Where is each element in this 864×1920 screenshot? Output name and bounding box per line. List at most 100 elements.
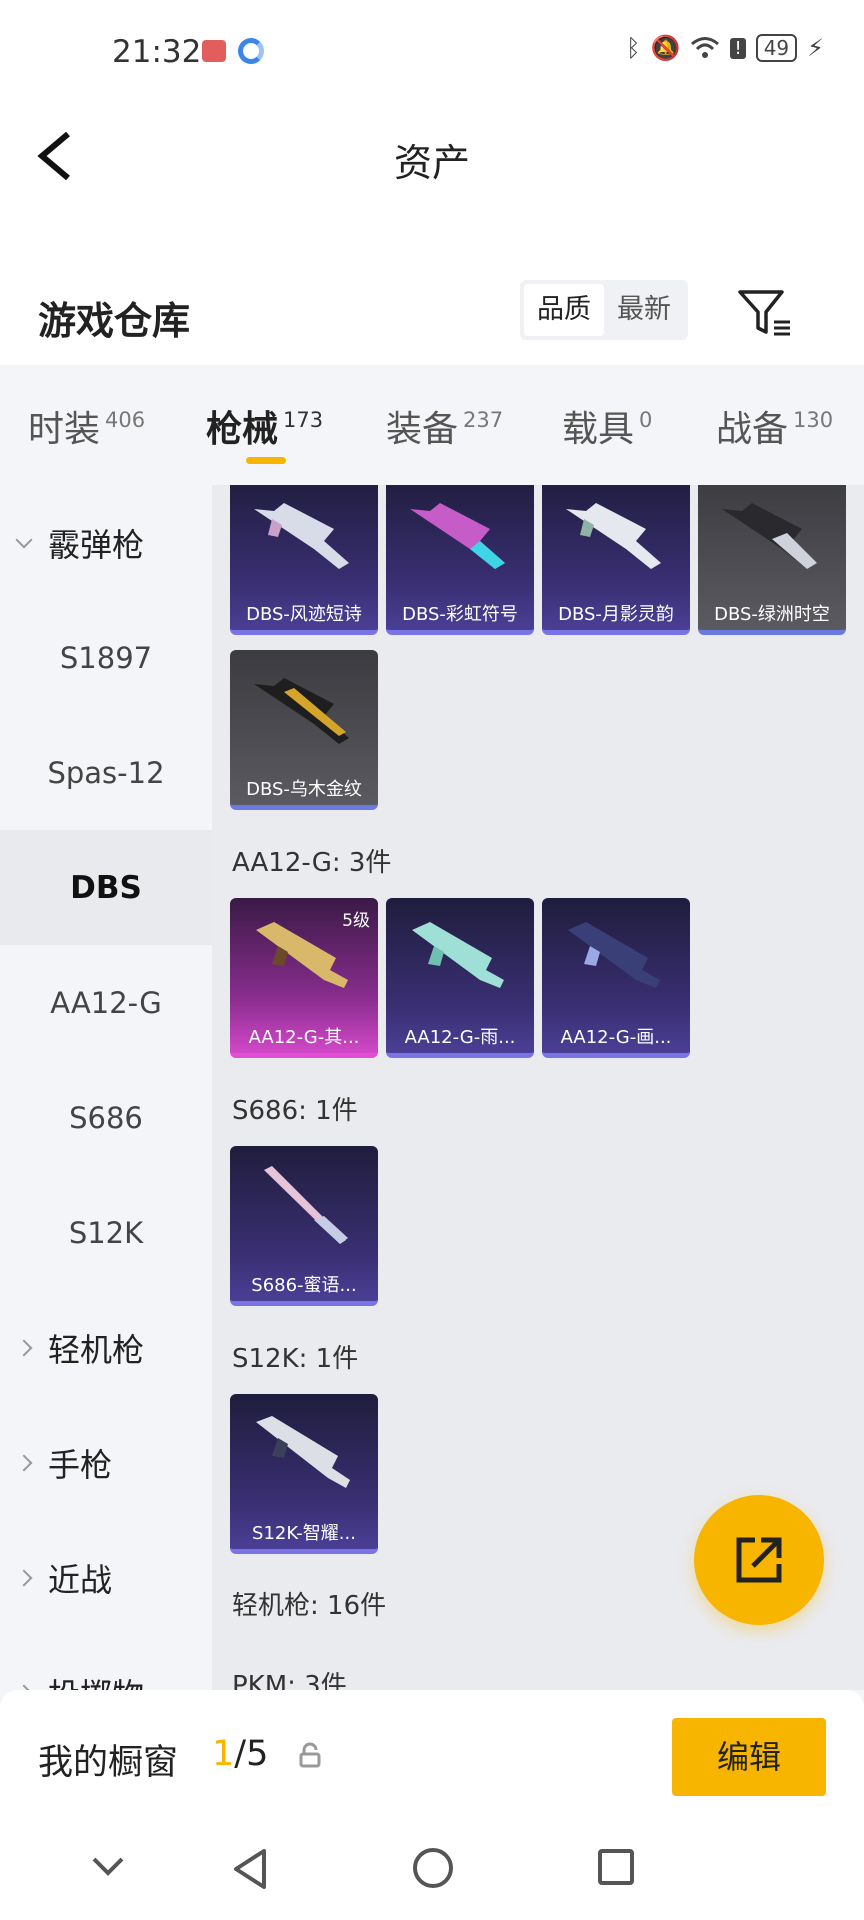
weapon-name: DBS-月影灵韵 (558, 604, 674, 625)
chevron-down-icon (15, 531, 33, 548)
weapon-name: AA12-G-画... (560, 1027, 672, 1048)
section-header-lmg: 轻机枪: 16件 (232, 1591, 387, 1621)
weapon-name: DBS-乌木金纹 (246, 779, 362, 800)
tab-supplies[interactable]: 战备 130 (716, 400, 833, 452)
lock-icon (299, 1742, 321, 1768)
rifle-icon (568, 922, 660, 988)
sidebar-item-label: 霰弹枪 (48, 525, 145, 564)
sidebar-item-dbs[interactable]: DBS (0, 830, 212, 945)
sidebar-item-lmg[interactable]: 轻机枪 (0, 1290, 212, 1405)
sidebar-item-label: AA12-G (50, 985, 162, 1020)
sidebar-item-label: S686 (69, 1100, 143, 1135)
tab-label: 时装 (28, 409, 101, 450)
chevron-down-icon[interactable] (88, 1845, 128, 1885)
weapon-card[interactable]: AA12-G-雨... (386, 898, 534, 1058)
battery-indicator: 49 (755, 34, 798, 62)
weapon-card[interactable]: DBS-彩虹符号 (386, 485, 534, 635)
sort-toggle: 品质 最新 (520, 280, 688, 340)
section-header-s12k: S12K: 1件 (232, 1344, 359, 1374)
weapon-card[interactable]: DBS-乌木金纹 (230, 650, 378, 810)
sidebar-item-label: 近战 (48, 1560, 113, 1599)
chevron-right-icon (15, 1569, 33, 1586)
weapon-card[interactable]: DBS-风迹短诗 (230, 485, 378, 635)
sidebar-item-s686[interactable]: S686 (0, 1060, 212, 1175)
sort-newest-option[interactable]: 最新 (604, 284, 684, 336)
sidebar-item-shotgun[interactable]: 霰弹枪 (0, 485, 212, 600)
tab-firearms[interactable]: 枪械 173 (206, 400, 323, 452)
filter-icon[interactable] (736, 288, 792, 338)
tab-equipment[interactable]: 装备 237 (386, 400, 503, 452)
tab-label: 装备 (386, 409, 459, 450)
showcase-count: 1/5 (212, 1734, 268, 1774)
top-header: 资产 (0, 100, 864, 210)
shotgun-icon (410, 503, 505, 569)
sidebar-item-label: 投掷物 (48, 1670, 144, 1691)
notification-browser-icon (238, 38, 264, 64)
home-circle-icon[interactable] (410, 1845, 456, 1891)
share-icon (736, 1537, 782, 1583)
tab-fashion[interactable]: 时装 406 (28, 400, 145, 452)
showcase-count-current: 1 (212, 1734, 235, 1774)
sort-quality-option[interactable]: 品质 (524, 284, 604, 336)
shotgun-icon (254, 678, 349, 744)
weapon-card[interactable]: DBS-绿洲时空 (698, 485, 846, 635)
sidebar-item-label: Spas-12 (47, 755, 165, 790)
sidebar-item-spas12[interactable]: Spas-12 (0, 715, 212, 830)
status-time: 21:32 (112, 34, 202, 70)
weapon-card[interactable]: AA12-G-画... (542, 898, 690, 1058)
back-triangle-icon[interactable] (228, 1845, 272, 1893)
weapon-card[interactable]: S12K-智耀... (230, 1394, 378, 1554)
showcase-bar: 我的橱窗 1/5 编辑 (0, 1690, 864, 1825)
weapon-card[interactable]: 5级 AA12-G-其... (230, 898, 378, 1058)
weapon-type-sidebar: 霰弹枪 S1897 Spas-12 DBS AA12-G S686 S12K 轻… (0, 485, 212, 1690)
tab-count: 406 (105, 408, 146, 432)
showcase-count-total: /5 (234, 1734, 269, 1774)
shotgun-icon (254, 503, 349, 569)
sidebar-item-pistol[interactable]: 手枪 (0, 1405, 212, 1520)
tab-vehicles[interactable]: 载具 0 (562, 400, 652, 452)
page-title: 资产 (393, 141, 470, 185)
section-header-pkm: PKM: 3件 (232, 1671, 347, 1690)
mute-icon: 🔕 (650, 34, 681, 62)
weapon-card[interactable]: S686-蜜语... (230, 1146, 378, 1306)
tab-count: 237 (463, 408, 504, 432)
weapon-name: S12K-智耀... (252, 1523, 356, 1544)
sidebar-item-melee[interactable]: 近战 (0, 1520, 212, 1635)
tab-label: 枪械 (206, 409, 279, 450)
share-fab-button[interactable] (694, 1495, 824, 1625)
weapon-name: DBS-彩虹符号 (402, 604, 518, 625)
sidebar-item-s12k[interactable]: S12K (0, 1175, 212, 1290)
tab-count: 130 (793, 408, 834, 432)
weapon-name: DBS-绿洲时空 (714, 604, 830, 625)
chevron-right-icon (15, 1339, 33, 1356)
rifle-icon (412, 922, 504, 988)
tab-label: 载具 (562, 409, 635, 450)
status-bar: 21:32 ᛒ 🔕 ! 49 ⚡ (0, 0, 864, 100)
tab-active-indicator (246, 457, 286, 464)
warehouse-header: 游戏仓库 品质 最新 (0, 210, 864, 365)
bluetooth-icon: ᛒ (626, 34, 641, 62)
sidebar-item-label: DBS (70, 869, 142, 906)
sidebar-item-label: S1897 (59, 640, 153, 675)
sidebar-item-throwable[interactable]: 投掷物 (0, 1635, 212, 1690)
charging-icon: ⚡ (807, 34, 824, 62)
shotgun-icon (256, 1416, 350, 1488)
status-icons: ᛒ 🔕 ! 49 ⚡ (626, 34, 824, 62)
edit-button[interactable]: 编辑 (672, 1718, 826, 1796)
sidebar-item-aa12g[interactable]: AA12-G (0, 945, 212, 1060)
recents-square-icon[interactable] (594, 1845, 638, 1889)
section-header-s686: S686: 1件 (232, 1096, 358, 1126)
shotgun-icon (566, 503, 661, 569)
sidebar-item-label: 轻机枪 (48, 1330, 145, 1369)
wifi-icon (691, 37, 720, 58)
warehouse-title: 游戏仓库 (38, 299, 191, 343)
alert-icon: ! (730, 37, 746, 59)
sidebar-item-label: S12K (68, 1215, 144, 1250)
weapon-name: AA12-G-其... (248, 1027, 360, 1048)
sidebar-item-s1897[interactable]: S1897 (0, 600, 212, 715)
tab-count: 173 (283, 408, 324, 432)
notification-app-icon (202, 40, 226, 62)
section-header-aa12g: AA12-G: 3件 (232, 848, 392, 878)
weapon-card[interactable]: DBS-月影灵韵 (542, 485, 690, 635)
tab-count: 0 (639, 408, 653, 432)
